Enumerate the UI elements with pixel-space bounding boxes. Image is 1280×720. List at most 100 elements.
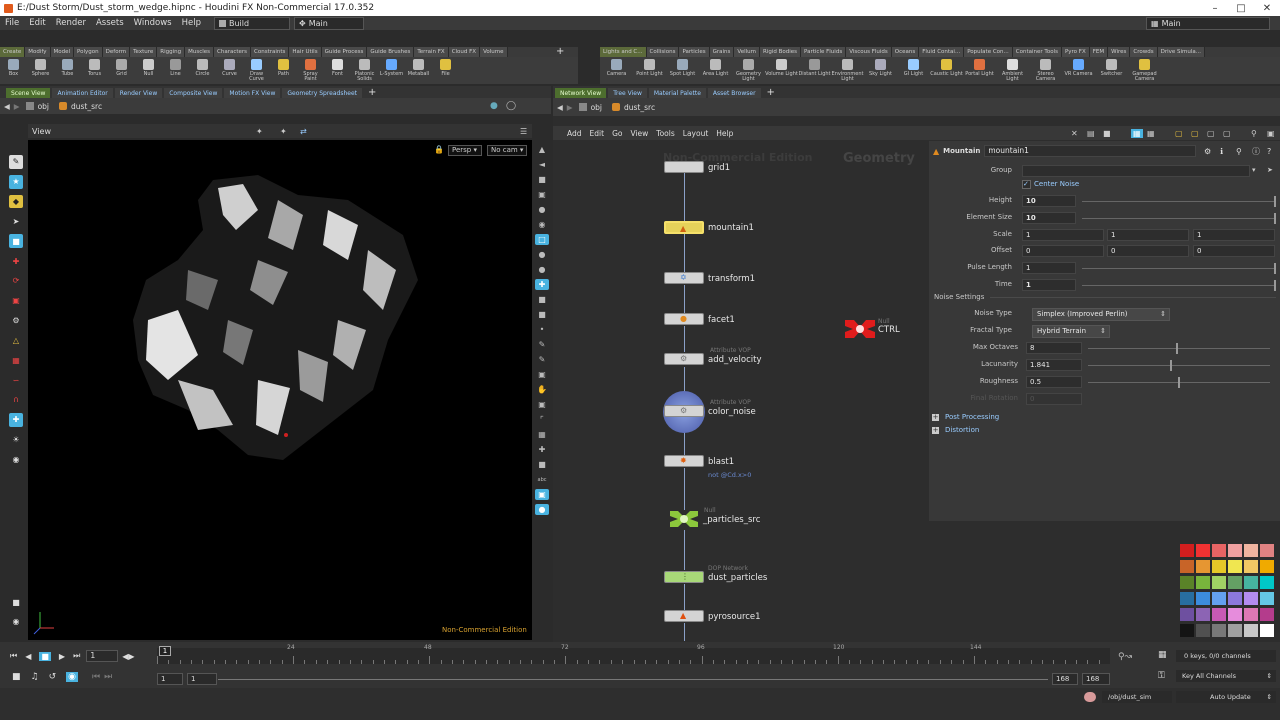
max-octaves-field[interactable]: 8 — [1026, 342, 1082, 354]
pane-tab[interactable]: Motion FX View — [224, 88, 281, 98]
node-blast1[interactable]: ✸ — [664, 455, 704, 467]
viewport-tool-icon-2[interactable]: ✦ — [280, 127, 287, 136]
shelf-tool[interactable]: Point Light — [633, 57, 666, 84]
forward-icon[interactable]: ▶ — [14, 102, 20, 111]
right-main-select[interactable]: ▦ Main — [1146, 16, 1270, 30]
back-icon[interactable]: ◀ — [4, 102, 10, 111]
node-name-field[interactable]: mountain1 — [984, 145, 1197, 157]
right-shelf-tab[interactable]: Rigid Bodies — [760, 47, 802, 57]
group-select-arrow-icon[interactable]: ➤ — [1267, 166, 1273, 174]
color-swatch[interactable] — [1180, 560, 1194, 573]
grid-snap-icon[interactable]: ▦ — [9, 353, 23, 367]
viewport-tool-icon-1[interactable]: ✦ — [256, 127, 263, 136]
height-slider-knob[interactable] — [1274, 196, 1276, 207]
left-shelf-tab[interactable]: Model — [50, 47, 75, 57]
left-shelf-tab[interactable]: Hair Utils — [289, 47, 322, 57]
shelf-tool[interactable]: Ambient Light — [996, 57, 1029, 84]
net-menu-tools[interactable]: Tools — [652, 129, 678, 138]
node-transform1[interactable]: ✡ — [664, 272, 704, 284]
frame-icon[interactable]: ◄ — [535, 159, 549, 170]
jump-start-icon[interactable]: ⏮ — [10, 651, 17, 661]
visualizer-icon[interactable]: ■ — [535, 294, 549, 305]
move-tool-icon[interactable]: ✚ — [9, 254, 23, 268]
shelf-tool[interactable]: Switcher — [1095, 57, 1128, 84]
right-shelf-tab[interactable]: Oceans — [891, 47, 920, 57]
net-tool-icon-9[interactable]: ▢ — [1223, 129, 1231, 138]
shelf-tool[interactable]: Environment Light — [831, 57, 864, 84]
pulse-length-slider[interactable] — [1082, 263, 1276, 274]
net-menu-add[interactable]: Add — [563, 129, 586, 138]
brush-tool-icon[interactable]: ◆ — [9, 194, 23, 209]
color-swatch[interactable] — [1260, 608, 1274, 621]
shelf-tool[interactable]: Volume Light — [765, 57, 798, 84]
net-path-dust-src[interactable]: dust_src — [624, 103, 655, 112]
right-shelf-tab[interactable]: Pyro FX — [1061, 47, 1090, 57]
pane-tab[interactable]: Network View — [555, 88, 607, 98]
color-swatch[interactable] — [1180, 624, 1194, 637]
roughness-slider-knob[interactable] — [1178, 377, 1180, 388]
shelf-tool[interactable]: Line — [162, 57, 189, 84]
current-frame-marker[interactable]: 1 — [159, 646, 171, 656]
shelf-tool[interactable]: Sky Light — [864, 57, 897, 84]
net-tool-icon-3[interactable]: ■ — [1103, 129, 1111, 138]
right-shelf-tab[interactable]: Drive Simula... — [1157, 47, 1205, 57]
curve-snap-icon[interactable]: ∽ — [9, 373, 23, 387]
color-swatch[interactable] — [1228, 608, 1242, 621]
color-swatch[interactable] — [1260, 624, 1274, 637]
offset-y-field[interactable]: 0 — [1107, 245, 1189, 257]
color-swatch[interactable] — [1228, 624, 1242, 637]
color-swatch[interactable] — [1228, 592, 1242, 605]
color-swatch[interactable] — [1196, 592, 1210, 605]
shelf-tool[interactable]: Grid — [108, 57, 135, 84]
pencil-icon[interactable]: ✎ — [535, 354, 549, 365]
shelf-tool[interactable]: Box — [0, 57, 27, 84]
background-icon[interactable]: ■ — [535, 309, 549, 320]
right-shelf-tab[interactable]: Vellum — [734, 47, 761, 57]
pin-icon[interactable]: ● — [490, 101, 498, 111]
abc-icon[interactable]: abc — [535, 474, 549, 485]
step-back-icon[interactable]: ◀ — [25, 652, 31, 661]
left-shelf-tab[interactable]: Guide Brushes — [367, 47, 415, 57]
net-menu-edit[interactable]: Edit — [586, 129, 609, 138]
shelf-tool[interactable]: VR Camera — [1062, 57, 1095, 84]
right-shelf-tab[interactable]: Populate Con... — [964, 47, 1013, 57]
color-swatch[interactable] — [1180, 592, 1194, 605]
shelf-add-tab-left[interactable]: + — [556, 47, 568, 57]
view-ortho-icon[interactable]: ■ — [535, 174, 549, 185]
link-icon[interactable]: ◯ — [506, 101, 516, 111]
color-swatch[interactable] — [1260, 560, 1274, 573]
range-start-field-2[interactable]: 1 — [187, 673, 217, 685]
left-shelf-tab[interactable]: Characters — [214, 47, 252, 57]
snapshot-icon[interactable]: ▣ — [535, 489, 549, 500]
viewport[interactable]: Persp ▾ No cam ▾ 🔒 Non-Commercial Editio… — [28, 140, 532, 640]
shelf-tool[interactable]: Metaball — [405, 57, 432, 84]
node-dust-particles[interactable]: ⋮ — [664, 571, 704, 583]
color-swatch[interactable] — [1212, 608, 1226, 621]
pane-tab[interactable]: Render View — [114, 88, 163, 98]
scale-tool-icon[interactable]: ▣ — [9, 294, 23, 308]
max-octaves-slider[interactable] — [1088, 343, 1270, 354]
left-shelf-tab[interactable]: Volume — [480, 47, 508, 57]
camera-tool-icon[interactable]: ◉ — [9, 452, 23, 466]
element-size-field[interactable]: 10 — [1022, 212, 1076, 224]
pane-tab[interactable]: Material Palette — [648, 88, 706, 98]
right-shelf-tab[interactable]: Viscous Fluids — [846, 47, 892, 57]
net-tool-icon-6[interactable]: ▢ — [1175, 129, 1183, 138]
right-shelf-tab[interactable]: FEM — [1089, 47, 1109, 57]
help-icon[interactable]: ℹ — [1220, 147, 1223, 156]
auto-update-select[interactable]: Auto Update ⇕ — [1176, 691, 1276, 703]
element-size-slider-knob[interactable] — [1274, 213, 1276, 224]
right-shelf-tab[interactable]: Crowds — [1130, 47, 1158, 57]
shelf-tool[interactable]: Circle — [189, 57, 216, 84]
add-pane-tab-icon[interactable]: + — [767, 87, 775, 98]
range-icon[interactable]: ◉ — [66, 672, 78, 682]
lacunarity-slider-knob[interactable] — [1170, 360, 1172, 371]
hand-icon[interactable]: ✋ — [535, 384, 549, 395]
net-menu-help[interactable]: Help — [712, 129, 737, 138]
light-toggle-icon[interactable]: ● — [535, 204, 549, 215]
right-shelf-tab[interactable]: Particles — [679, 47, 710, 57]
net-menu-view[interactable]: View — [626, 129, 652, 138]
color-swatch[interactable] — [1212, 624, 1226, 637]
net-menu-go[interactable]: Go — [608, 129, 626, 138]
color-swatch[interactable] — [1244, 592, 1258, 605]
